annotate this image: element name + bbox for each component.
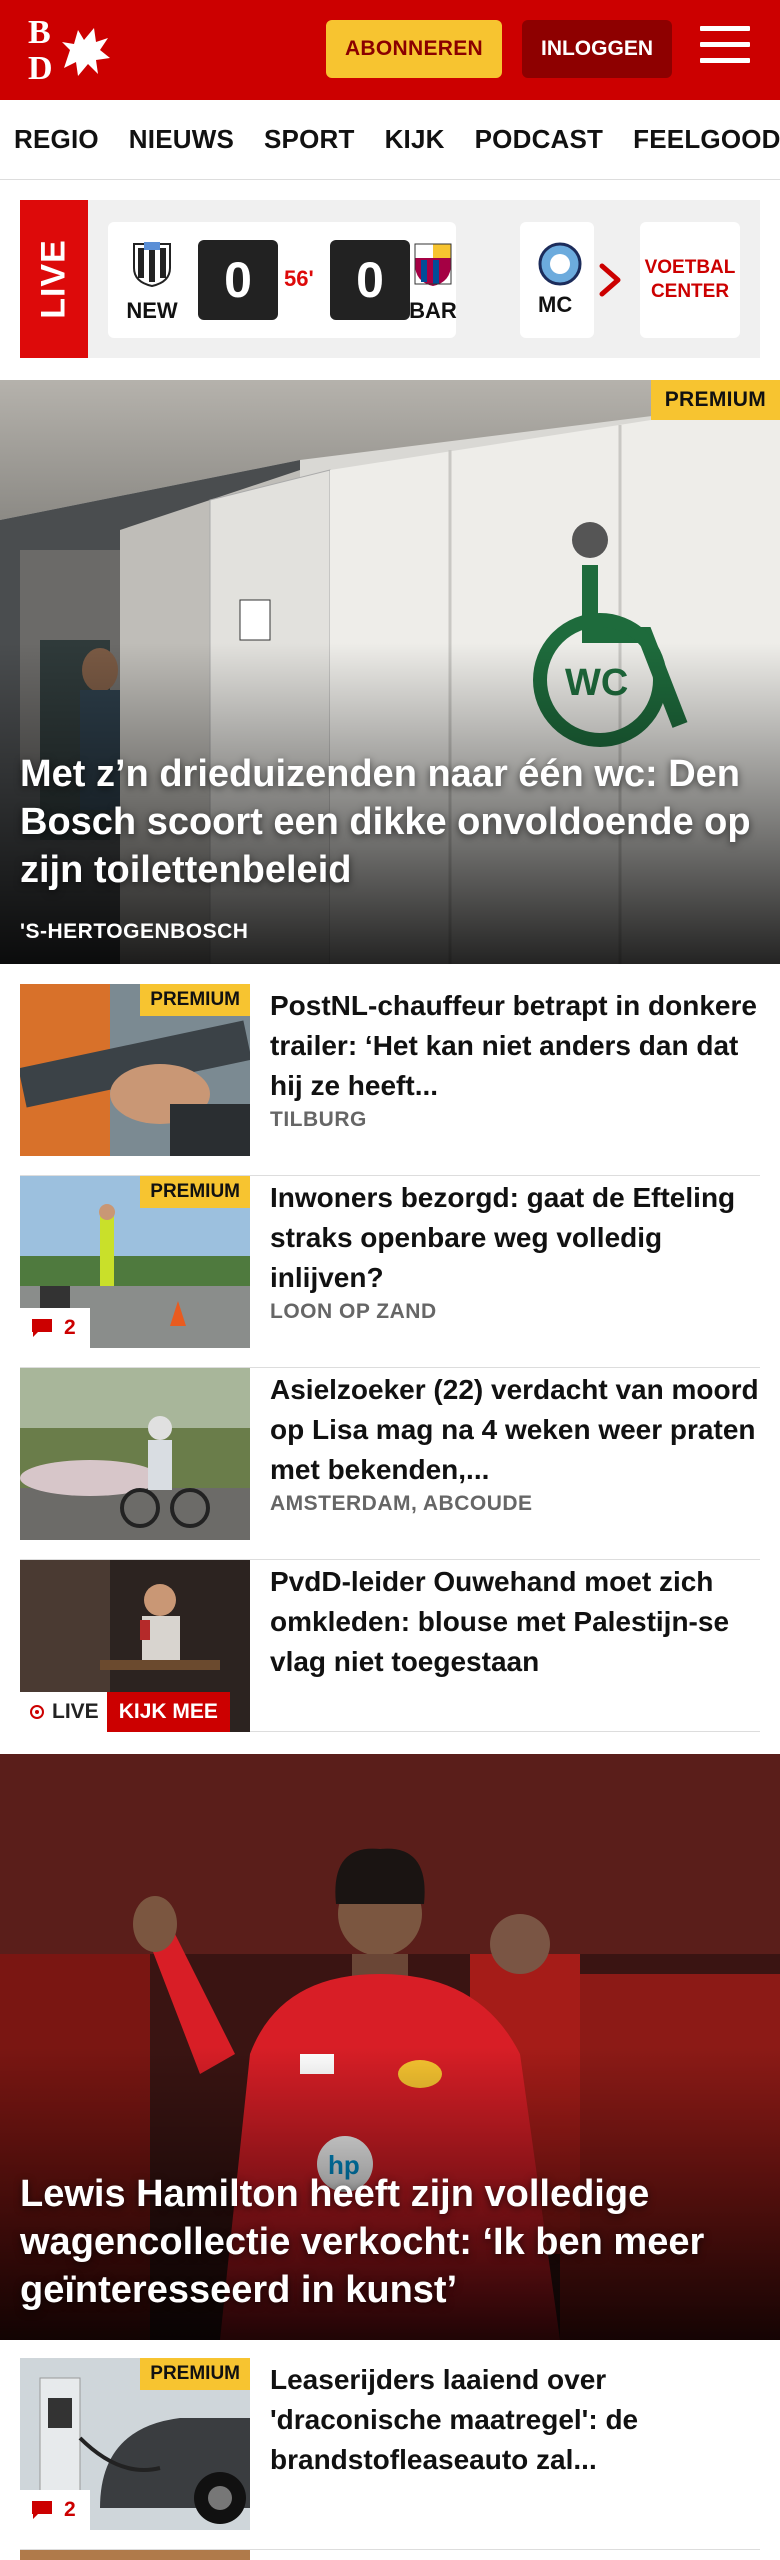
article-location: TILBURG xyxy=(270,1108,367,1131)
home-score: 0 xyxy=(198,240,278,320)
home-team-name: NEW xyxy=(126,298,178,323)
menu-icon[interactable] xyxy=(700,26,750,70)
list-item[interactable]: PREMIUM PostNL-chauffeur betrapt in donk… xyxy=(20,984,760,1176)
voetbal-center-link[interactable]: VOETBAL CENTER xyxy=(640,222,740,338)
premium-badge: PREMIUM xyxy=(140,1176,250,1208)
nav-item-feelgood[interactable]: FEELGOOD xyxy=(633,124,780,155)
subscribe-button[interactable]: ABONNEREN xyxy=(326,20,502,78)
next-article-thumbnail-peek xyxy=(20,2550,250,2560)
article-thumbnail xyxy=(20,1368,250,1540)
article-location: AMSTERDAM, ABCOUDE xyxy=(270,1492,533,1515)
watch-button[interactable]: KIJK MEE xyxy=(106,1692,230,1732)
chevron-right-icon[interactable] xyxy=(590,260,630,300)
live-indicator: LIVE xyxy=(20,1692,107,1732)
article-thumbnail: PREMIUM 2 xyxy=(20,2358,250,2530)
article-thumbnail: LIVE KIJK MEE xyxy=(20,1560,250,1732)
list-item[interactable]: Asielzoeker (22) verdacht van moord op L… xyxy=(20,1368,760,1560)
article-title[interactable]: PostNL-chauffeur betrapt in donkere trai… xyxy=(270,986,760,1106)
premium-badge: PREMIUM xyxy=(140,2358,250,2390)
login-button[interactable]: INLOGGEN xyxy=(522,20,672,78)
barcelona-crest-icon xyxy=(414,243,452,286)
live-scores-panel: LIVE NEW 0 56' 0 BAR MC VOETBAL CENTER xyxy=(20,200,760,358)
bd-logo[interactable]: B D xyxy=(24,14,114,86)
article-thumbnail: PREMIUM xyxy=(20,984,250,1156)
live-dot-icon xyxy=(30,1705,44,1719)
hero-title[interactable]: Lewis Hamilton heeft zijn volledige wage… xyxy=(20,2170,760,2314)
next-match-team: MC xyxy=(538,292,573,317)
hero-article[interactable]: hp Lewis Hamilton heeft zijn volledige w… xyxy=(0,1754,780,2340)
premium-badge: PREMIUM xyxy=(140,984,250,1016)
match-card[interactable]: NEW 0 56' 0 BAR xyxy=(108,222,458,338)
match-minute: 56' xyxy=(284,266,314,291)
nav-item-kijk[interactable]: KIJK xyxy=(385,124,445,155)
article-title[interactable]: PvdD-leider Ouwehand moet zich omkleden:… xyxy=(270,1562,760,1682)
list-item[interactable]: LIVE KIJK MEE PvdD-leider Ouwehand moet … xyxy=(20,1560,760,1732)
comment-icon xyxy=(32,1319,52,1337)
logo-letter-d: D xyxy=(28,50,53,87)
section-nav: REGIO NIEUWS SPORT KIJK PODCAST FEELGOOD xyxy=(0,100,780,180)
article-location: LOON OP ZAND xyxy=(270,1300,437,1323)
dragon-icon xyxy=(62,28,110,76)
live-tab-label: LIVE xyxy=(34,239,73,319)
nav-item-nieuws[interactable]: NIEUWS xyxy=(129,124,234,155)
hero-location: 'S-HERTOGENBOSCH xyxy=(20,920,249,943)
list-item[interactable]: PREMIUM 2 Inwoners bezorgd: gaat de Efte… xyxy=(20,1176,760,1368)
live-scores: LIVE NEW 0 56' 0 BAR MC VOETBAL CENTER xyxy=(0,180,780,360)
comment-count-value: 2 xyxy=(64,2498,76,2521)
article-title[interactable]: Leaserijders laaiend over 'draconische m… xyxy=(270,2360,760,2480)
home-team: NEW xyxy=(122,240,182,324)
nav-item-podcast[interactable]: PODCAST xyxy=(475,124,604,155)
live-label: LIVE xyxy=(52,1700,99,1723)
nav-item-sport[interactable]: SPORT xyxy=(264,124,355,155)
mancity-crest-icon xyxy=(538,242,582,286)
away-team-name: BAR xyxy=(409,298,457,323)
voetbal-center-label: VOETBAL CENTER xyxy=(644,257,736,302)
live-tab: LIVE xyxy=(20,200,88,358)
logo-letter-b: B xyxy=(28,14,51,51)
nav-item-regio[interactable]: REGIO xyxy=(14,124,99,155)
article-title[interactable]: Inwoners bezorgd: gaat de Efteling strak… xyxy=(270,1178,760,1298)
live-video-bar[interactable]: LIVE KIJK MEE xyxy=(20,1692,230,1732)
site-header: B D ABONNEREN INLOGGEN xyxy=(0,0,780,100)
next-match-card[interactable]: MC xyxy=(520,222,594,338)
premium-badge: PREMIUM xyxy=(650,380,780,420)
article-title[interactable]: Asielzoeker (22) verdacht van moord op L… xyxy=(270,1370,760,1490)
newcastle-crest-icon xyxy=(133,242,171,288)
comment-count-value: 2 xyxy=(64,1316,76,1339)
list-item[interactable]: PREMIUM 2 Leaserijders laaiend over 'dra… xyxy=(20,2358,760,2550)
article-thumbnail: PREMIUM 2 xyxy=(20,1176,250,1348)
hero-title[interactable]: Met z’n drieduizenden naar één wc: Den B… xyxy=(20,750,760,894)
away-team: BAR xyxy=(408,240,458,324)
hero-article[interactable]: WC PREMIUM Met z’n drieduizenden naar éé… xyxy=(0,380,780,964)
away-score: 0 xyxy=(330,240,410,320)
comment-icon xyxy=(32,2501,52,2519)
comment-count[interactable]: 2 xyxy=(20,2490,90,2530)
comment-count[interactable]: 2 xyxy=(20,1308,90,1348)
